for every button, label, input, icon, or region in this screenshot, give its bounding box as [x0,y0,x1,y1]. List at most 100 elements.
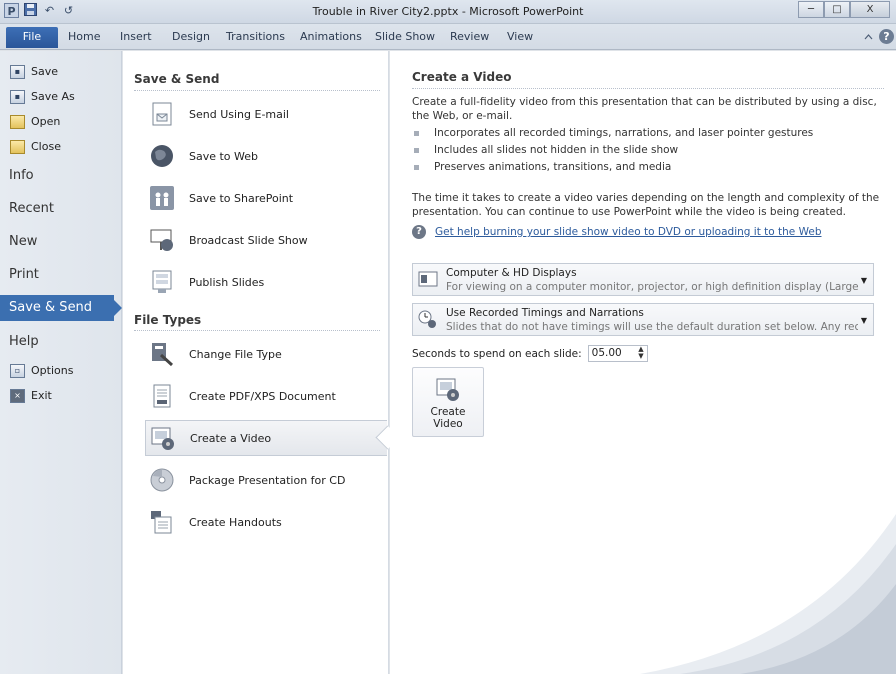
divider [412,88,884,89]
save-to-web-item[interactable]: Save to Web [145,137,389,175]
create-video-title: Create a Video [412,70,512,84]
broadcast-slide-show-item[interactable]: Broadcast Slide Show [145,221,389,259]
nav-info[interactable]: Info [0,159,121,192]
nav-save-as-label: Save As [31,90,75,103]
nav-save-and-send[interactable]: Save & Send [0,295,122,321]
help-link-row: ? Get help burning your slide show video… [412,225,822,239]
tab-insert[interactable]: Insert [120,30,152,43]
nav-save[interactable]: ▪ Save [0,59,121,84]
package-for-cd-label: Package Presentation for CD [189,473,346,487]
nav-close-label: Close [31,140,61,153]
title-bar: P ↶ ↺ Trouble in River City2.pptx - Micr… [0,0,896,24]
handouts-icon [149,509,175,535]
pdf-document-icon [149,383,175,409]
nav-recent[interactable]: Recent [0,192,121,225]
video-icon [150,425,176,451]
tab-review[interactable]: Review [450,30,489,43]
create-pdf-xps-label: Create PDF/XPS Document [189,389,336,403]
create-video-button[interactable]: Create Video [412,367,484,437]
chevron-down-icon: ▼ [860,276,867,285]
nav-print[interactable]: Print [0,258,121,291]
seconds-per-slide-value: 05.00 [591,347,622,359]
tab-view[interactable]: View [507,30,533,43]
save-to-web-label: Save to Web [189,149,259,163]
tab-design[interactable]: Design [172,30,210,43]
save-send-column: Save & Send Send Using E-mail Save to We… [123,51,389,674]
list-item: Includes all slides not hidden in the sl… [412,142,813,159]
window-title: Trouble in River City2.pptx - Microsoft … [312,5,584,18]
video-time-description: The time it takes to create a video vari… [412,192,880,218]
create-pdf-xps-item[interactable]: Create PDF/XPS Document [145,377,389,415]
create-a-video-label: Create a Video [190,431,272,445]
help-icon[interactable]: ? [879,29,894,44]
display-icon [418,271,438,289]
list-item: Incorporates all recorded timings, narra… [412,125,813,142]
broadcast-icon [149,227,175,253]
nav-save-label: Save [31,65,59,78]
nav-save-as[interactable]: ▪ Save As [0,84,121,109]
change-file-type-item[interactable]: Change File Type [145,335,389,373]
create-handouts-item[interactable]: Create Handouts [145,503,389,541]
timings-dropdown[interactable]: Use Recorded Timings and Narrations Slid… [412,303,874,336]
help-burning-video-link[interactable]: Get help burning your slide show video t… [435,226,822,238]
broadcast-slide-show-label: Broadcast Slide Show [189,233,308,247]
nav-new[interactable]: New [0,225,121,258]
nav-exit[interactable]: × Exit [0,383,121,408]
divider [134,90,380,91]
help-icon: ? [412,225,426,239]
video-icon [435,376,461,402]
maximize-button[interactable]: □ [824,1,850,18]
tab-animations[interactable]: Animations [300,30,362,43]
publish-slides-item[interactable]: Publish Slides [145,263,389,301]
backstage-nav: ▪ Save ▪ Save As Open Close Info Recent … [0,51,122,674]
timings-title: Use Recorded Timings and Narrations [446,307,644,319]
save-as-icon: ▪ [10,89,25,104]
create-video-description: Create a full-fidelity video from this p… [412,96,877,122]
nav-open-label: Open [31,115,61,128]
nav-open[interactable]: Open [0,109,121,134]
minimize-ribbon-icon[interactable] [864,30,873,43]
tab-home[interactable]: Home [68,30,100,43]
create-a-video-item[interactable]: Create a Video [145,420,387,456]
tab-slide-show[interactable]: Slide Show [375,30,435,43]
file-types-header: File Types [134,313,202,327]
change-file-type-label: Change File Type [189,347,282,361]
create-video-pane: Create a Video Create a full-fidelity vi… [390,51,896,674]
globe-icon [149,143,175,169]
publish-slides-label: Publish Slides [189,275,265,289]
minimize-button[interactable]: ─ [798,1,824,18]
send-using-email-item[interactable]: Send Using E-mail [145,95,389,133]
tab-transitions[interactable]: Transitions [226,30,285,43]
send-using-email-label: Send Using E-mail [189,107,289,121]
timings-subtitle: Slides that do not have timings will use… [446,321,858,333]
chevron-down-icon: ▼ [860,316,867,325]
ribbon-tabs: File Home Insert Design Transitions Anim… [0,24,896,50]
background-swoosh [640,514,896,674]
cd-icon [149,467,175,493]
nav-options[interactable]: ▫ Options [0,358,121,383]
publish-slides-icon [149,269,175,295]
stepper-arrows-icon[interactable]: ▲ ▼ [638,346,643,360]
email-icon [149,101,175,127]
open-folder-icon [10,114,25,129]
save-to-sharepoint-item[interactable]: Save to SharePoint [145,179,389,217]
change-file-type-icon [149,341,175,367]
feature-list: Incorporates all recorded timings, narra… [412,125,813,176]
ribbon-right-controls: ? [864,29,894,44]
package-for-cd-item[interactable]: Package Presentation for CD [145,461,389,499]
nav-options-label: Options [31,364,74,377]
options-icon: ▫ [10,363,25,378]
create-video-button-line1: Create [430,406,466,418]
seconds-per-slide-stepper[interactable]: 05.00 ▲ ▼ [587,345,648,362]
sharepoint-icon [149,185,175,211]
save-to-sharepoint-label: Save to SharePoint [189,191,294,205]
close-window-button[interactable]: X [850,1,890,18]
video-quality-dropdown[interactable]: Computer & HD Displays For viewing on a … [412,263,874,296]
save-send-header: Save & Send [134,72,220,86]
nav-close[interactable]: Close [0,134,121,159]
tab-file[interactable]: File [6,27,58,48]
timings-icon [418,309,438,328]
window-controls: ─ □ X [798,1,890,18]
list-item: Preserves animations, transitions, and m… [412,159,813,176]
nav-help[interactable]: Help [0,325,121,358]
